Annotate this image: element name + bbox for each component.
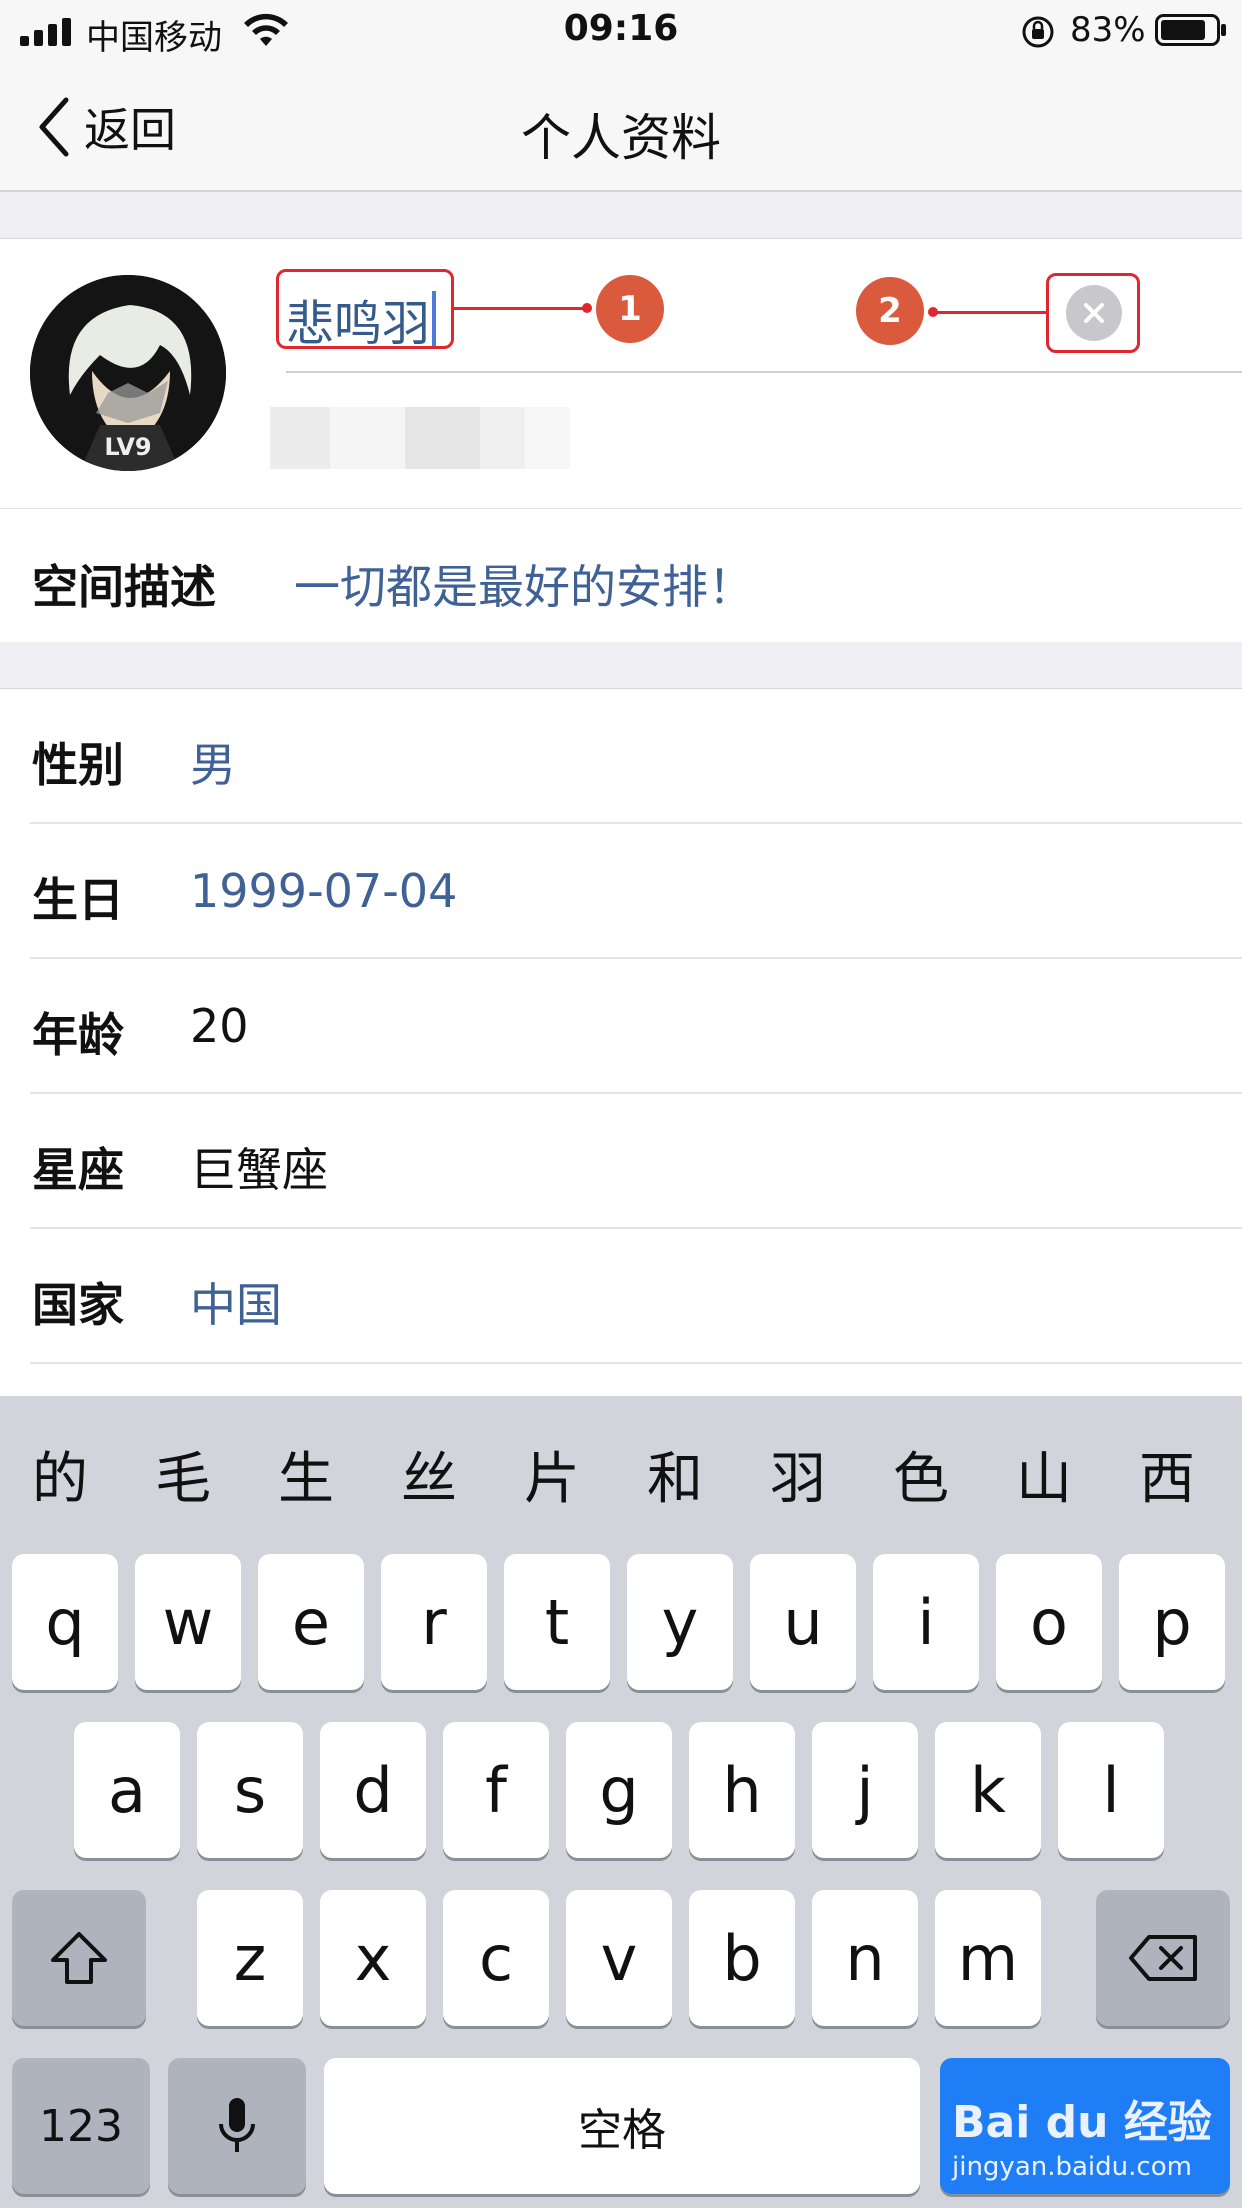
- row-value: 巨蟹座: [190, 1143, 328, 1197]
- numbers-key[interactable]: 123: [12, 2058, 150, 2194]
- constellation-row: 星座 巨蟹座: [0, 1094, 1242, 1229]
- candidate-word[interactable]: 羽: [758, 1434, 838, 1515]
- nickname-underline: [286, 371, 1242, 373]
- row-label: 国家: [32, 1278, 124, 1332]
- gender-row[interactable]: 性别 男: [0, 689, 1242, 824]
- shift-key[interactable]: [12, 1890, 146, 2026]
- baidu-jingyan-watermark: Bai du 经验 jingyan.baidu.com: [952, 2086, 1212, 2182]
- row-label: 生日: [32, 873, 124, 927]
- shift-icon: [51, 1932, 107, 1984]
- row-value: 1999-07-04: [190, 864, 458, 918]
- microphone-key[interactable]: [168, 2058, 306, 2194]
- row-value: 中国: [190, 1278, 282, 1332]
- key-s[interactable]: s: [197, 1722, 303, 1858]
- candidate-word[interactable]: 毛: [143, 1434, 223, 1515]
- account-id-redacted: [270, 407, 570, 469]
- candidate-word[interactable]: 西: [1127, 1434, 1207, 1515]
- key-j[interactable]: j: [812, 1722, 918, 1858]
- key-o[interactable]: o: [996, 1554, 1102, 1690]
- key-w[interactable]: w: [135, 1554, 241, 1690]
- key-x[interactable]: x: [320, 1890, 426, 2026]
- key-m[interactable]: m: [935, 1890, 1041, 2026]
- candidate-word[interactable]: 色: [881, 1434, 961, 1515]
- key-p[interactable]: p: [1119, 1554, 1225, 1690]
- key-k[interactable]: k: [935, 1722, 1041, 1858]
- key-r[interactable]: r: [381, 1554, 487, 1690]
- space-key[interactable]: 空格: [324, 2058, 920, 2194]
- key-e[interactable]: e: [258, 1554, 364, 1690]
- key-y[interactable]: y: [627, 1554, 733, 1690]
- candidate-bar: 的 毛 生 丝 片 和 羽 色 山 西: [0, 1396, 1242, 1558]
- watermark-logo-text: Bai du 经验: [952, 2097, 1212, 2148]
- navigation-bar: 返回 个人资料: [0, 62, 1242, 192]
- candidate-word[interactable]: 和: [635, 1434, 715, 1515]
- annotation-line-2: [934, 311, 1046, 314]
- row-value: 男: [190, 738, 236, 792]
- key-d[interactable]: d: [320, 1722, 426, 1858]
- key-h[interactable]: h: [689, 1722, 795, 1858]
- key-c[interactable]: c: [443, 1890, 549, 2026]
- space-description-value: 一切都是最好的安排！: [294, 560, 754, 614]
- profile-header: LV9 1 2: [0, 238, 1242, 508]
- candidate-word[interactable]: 生: [266, 1434, 346, 1515]
- key-g[interactable]: g: [566, 1722, 672, 1858]
- birthday-row[interactable]: 生日 1999-07-04: [0, 824, 1242, 959]
- candidate-word[interactable]: 片: [512, 1434, 592, 1515]
- watermark-url: jingyan.baidu.com: [952, 2152, 1192, 2182]
- key-b[interactable]: b: [689, 1890, 795, 2026]
- country-row[interactable]: 国家 中国: [0, 1229, 1242, 1364]
- annotation-dot-1: [582, 303, 592, 313]
- key-n[interactable]: n: [812, 1890, 918, 2026]
- annotation-line-1: [454, 307, 586, 310]
- backspace-key[interactable]: [1096, 1890, 1230, 2026]
- candidate-word[interactable]: 丝: [389, 1434, 469, 1515]
- annotation-badge-2: 2: [856, 277, 924, 345]
- key-i[interactable]: i: [873, 1554, 979, 1690]
- key-t[interactable]: t: [504, 1554, 610, 1690]
- annotation-badge-1: 1: [596, 275, 664, 343]
- battery-icon: [1155, 14, 1226, 46]
- row-label: 星座: [32, 1143, 124, 1197]
- key-l[interactable]: l: [1058, 1722, 1164, 1858]
- section-gap: [0, 192, 1242, 238]
- candidate-word[interactable]: 山: [1004, 1434, 1084, 1515]
- key-v[interactable]: v: [566, 1890, 672, 2026]
- age-row: 年龄 20: [0, 959, 1242, 1094]
- key-a[interactable]: a: [74, 1722, 180, 1858]
- profile-info-list: 性别 男 生日 1999-07-04 年龄 20 星座 巨蟹座 国家 中国: [0, 688, 1242, 1396]
- annotation-box-1: [276, 269, 454, 349]
- key-q[interactable]: q: [12, 1554, 118, 1690]
- section-gap: [0, 642, 1242, 688]
- row-label: 年龄: [32, 1008, 124, 1062]
- key-f[interactable]: f: [443, 1722, 549, 1858]
- avatar-level-badge: LV9: [104, 433, 152, 461]
- key-u[interactable]: u: [750, 1554, 856, 1690]
- backspace-icon: [1129, 1935, 1197, 1981]
- battery-percent: 83%: [1070, 10, 1146, 50]
- microphone-icon: [219, 2098, 255, 2152]
- page-title: 个人资料: [521, 109, 721, 167]
- row-label: 性别: [32, 738, 124, 792]
- status-bar: 中国移动 09:16 83%: [0, 0, 1242, 62]
- space-description-label: 空间描述: [32, 560, 216, 614]
- key-z[interactable]: z: [197, 1890, 303, 2026]
- row-value: 20: [190, 999, 249, 1053]
- space-description-row[interactable]: 空间描述 一切都是最好的安排！: [0, 508, 1242, 642]
- avatar[interactable]: LV9: [30, 275, 226, 471]
- orientation-lock-icon: [1022, 16, 1054, 48]
- candidate-word[interactable]: 的: [20, 1434, 100, 1515]
- annotation-box-2: [1046, 273, 1140, 353]
